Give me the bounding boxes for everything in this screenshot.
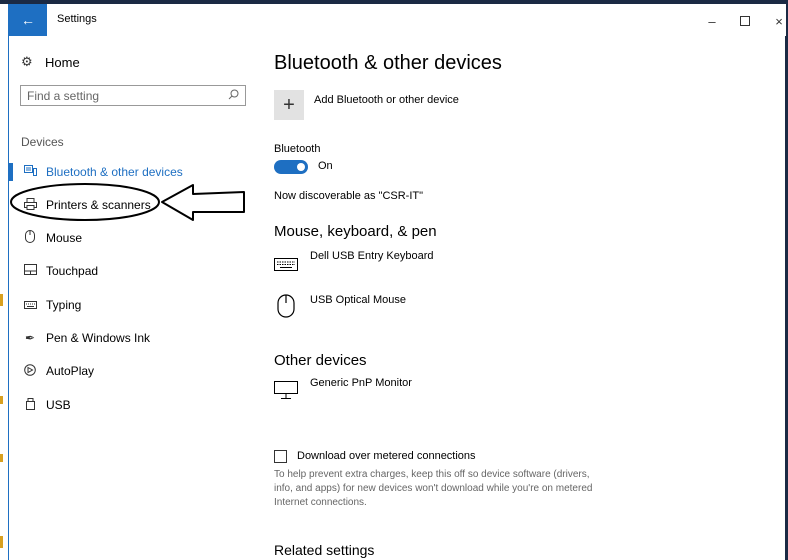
sidebar-item-pen[interactable]: ✒ Pen & Windows Ink [9, 323, 259, 353]
usb-icon [23, 397, 37, 413]
sidebar-item-label: AutoPlay [46, 364, 95, 378]
search-placeholder: Find a setting [27, 89, 100, 103]
mouse-icon [274, 294, 300, 318]
sidebar-item-touchpad[interactable]: Touchpad [9, 256, 259, 286]
sidebar-item-bluetooth[interactable]: Bluetooth & other devices [9, 157, 259, 187]
sidebar-item-label: Pen & Windows Ink [46, 331, 151, 345]
devices-section-label: Devices [21, 135, 64, 149]
sidebar-item-label: Touchpad [46, 264, 99, 278]
device-monitor[interactable]: Generic PnP Monitor [274, 377, 674, 407]
sidebar-item-label: Typing [46, 298, 82, 312]
mouse-icon [23, 230, 37, 246]
mouse-keyboard-pen-heading: Mouse, keyboard, & pen [274, 223, 437, 240]
search-input[interactable]: Find a setting [20, 85, 246, 106]
settings-window: ← Settings – × ⚙ Home Find a setting Dev… [8, 4, 786, 560]
gear-icon: ⚙ [21, 54, 33, 69]
bluetooth-label: Bluetooth [274, 143, 321, 155]
title-bar: ← Settings – × [9, 4, 786, 36]
toggle-knob [297, 163, 305, 171]
other-devices-heading: Other devices [274, 352, 367, 369]
sidebar-item-label: Bluetooth & other devices [46, 165, 183, 179]
keyboard-icon [23, 298, 37, 312]
metered-checkbox[interactable] [274, 450, 287, 463]
window-title: Settings [57, 13, 97, 25]
back-button[interactable]: ← [9, 4, 47, 36]
sidebar-item-label: Mouse [46, 231, 83, 245]
keyboard-icon [274, 250, 300, 272]
device-name: Dell USB Entry Keyboard [310, 250, 434, 262]
main-content: Bluetooth & other devices + Add Bluetoot… [274, 36, 774, 560]
bluetooth-toggle[interactable] [274, 160, 308, 174]
bluetooth-devices-icon [23, 165, 37, 179]
sidebar-item-usb[interactable]: USB [9, 390, 259, 420]
device-mouse[interactable]: USB Optical Mouse [274, 294, 674, 324]
metered-help-text: To help prevent extra charges, keep this… [274, 469, 593, 508]
desktop-left-edge [0, 4, 6, 560]
page-title: Bluetooth & other devices [274, 52, 502, 74]
sidebar-item-label: Printers & scanners [46, 198, 151, 212]
sidebar-item-label: USB [46, 398, 71, 412]
home-link[interactable]: ⚙ Home [21, 54, 80, 70]
touchpad-icon [23, 264, 37, 278]
device-name: Generic PnP Monitor [310, 377, 412, 389]
minimize-button[interactable]: – [696, 10, 728, 32]
plus-icon: + [283, 93, 295, 116]
discoverable-text: Now discoverable as "CSR-IT" [274, 190, 424, 202]
monitor-icon [274, 377, 300, 399]
add-device-button[interactable]: + [274, 90, 304, 120]
sidebar-item-mouse[interactable]: Mouse [9, 223, 259, 253]
sidebar-item-typing[interactable]: Typing [9, 290, 259, 320]
related-settings-heading: Related settings [274, 542, 375, 558]
pen-icon: ✒ [24, 331, 36, 345]
add-device-label[interactable]: Add Bluetooth or other device [314, 94, 459, 106]
device-name: USB Optical Mouse [310, 294, 406, 306]
search-icon [228, 89, 239, 103]
maximize-button[interactable] [729, 10, 761, 32]
home-label: Home [45, 54, 80, 70]
sidebar: ⚙ Home Find a setting Devices Bluetooth … [9, 36, 259, 560]
device-keyboard[interactable]: Dell USB Entry Keyboard [274, 250, 674, 280]
bluetooth-state: On [318, 160, 333, 172]
maximize-icon [740, 16, 750, 26]
active-indicator [9, 163, 13, 181]
sidebar-item-autoplay[interactable]: AutoPlay [9, 356, 259, 386]
metered-label[interactable]: Download over metered connections [297, 450, 476, 462]
autoplay-icon [23, 363, 37, 379]
back-arrow-icon: ← [21, 12, 35, 28]
sidebar-item-printers[interactable]: Printers & scanners [9, 190, 259, 220]
printer-icon [23, 197, 37, 213]
close-button[interactable]: × [763, 10, 788, 32]
